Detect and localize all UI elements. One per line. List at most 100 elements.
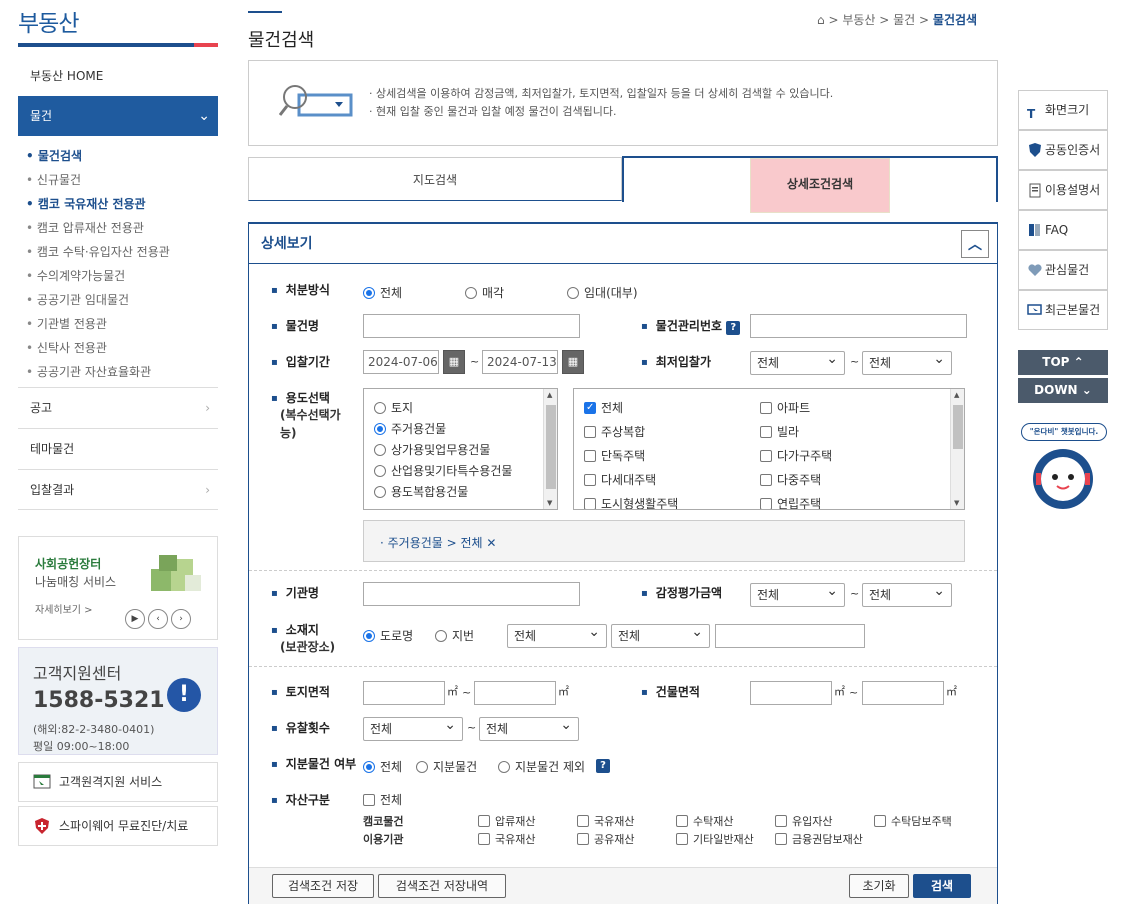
- help-icon[interactable]: ?: [726, 321, 741, 335]
- top-button[interactable]: TOP ⌃: [1018, 350, 1108, 375]
- minbid-from-select[interactable]: 전체: [750, 348, 845, 375]
- home-icon[interactable]: ⌂: [817, 13, 825, 27]
- location-radio-lot[interactable]: 지번: [435, 629, 474, 643]
- agency-input[interactable]: [363, 582, 580, 606]
- usage-radio[interactable]: 상가용및업무용건물: [374, 443, 490, 457]
- play-icon[interactable]: ▶: [125, 609, 145, 629]
- save-conditions-button[interactable]: 검색조건 저장: [272, 874, 374, 898]
- location-input[interactable]: [715, 624, 865, 648]
- down-button[interactable]: DOWN ⌄: [1018, 378, 1108, 403]
- usage-checkbox[interactable]: 아파트: [760, 401, 810, 415]
- spyware-button[interactable]: 스파이웨어 무료진단/치료: [18, 806, 218, 846]
- period-from-input[interactable]: 2024-07-06: [363, 350, 439, 374]
- usage-checkbox[interactable]: 전체: [584, 401, 623, 415]
- usage-checkbox[interactable]: 도시형생활주택: [584, 497, 678, 509]
- prev-icon[interactable]: ‹: [148, 609, 168, 629]
- share-radio-share[interactable]: 지분물건: [416, 760, 477, 774]
- asset-checkbox-all[interactable]: 전체: [363, 793, 402, 807]
- rail-faq[interactable]: FAQ: [1018, 210, 1108, 250]
- asset-checkbox[interactable]: 기타일반재산: [676, 833, 754, 847]
- tab-map-search[interactable]: 지도검색: [248, 157, 622, 201]
- calendar-icon[interactable]: ▦: [443, 350, 465, 374]
- scrollbar[interactable]: ▲ ▼: [950, 389, 964, 509]
- item-name-input[interactable]: [363, 314, 580, 338]
- usage-checkbox[interactable]: 연립주택: [760, 497, 821, 509]
- submenu-item[interactable]: 기관별 전용관: [26, 314, 216, 338]
- rail-manual[interactable]: 이용설명서: [1018, 170, 1108, 210]
- submenu-item[interactable]: 캠코 수탁·유입자산 전용관: [26, 242, 216, 266]
- asset-checkbox[interactable]: 유입자산: [775, 815, 832, 829]
- sidebar-item-theme[interactable]: 테마물건: [18, 428, 218, 469]
- appraisal-from-select[interactable]: 전체: [750, 580, 845, 607]
- search-button[interactable]: 검색: [913, 874, 971, 898]
- collapse-button[interactable]: ︿: [961, 230, 989, 258]
- sidebar-item-notice[interactable]: 공고 ›: [18, 387, 218, 428]
- submenu-item[interactable]: 신탁사 전용관: [26, 338, 216, 362]
- submenu-item[interactable]: 캠코 국유재산 전용관: [26, 194, 216, 218]
- chatbot-button[interactable]: "온다비" 챗봇입니다.: [1019, 423, 1109, 513]
- usage-checkbox[interactable]: 빌라: [760, 425, 799, 439]
- fail-count-to-select[interactable]: 전체: [479, 714, 579, 741]
- scrollbar[interactable]: ▲ ▼: [543, 389, 557, 509]
- sidebar-item-home[interactable]: 부동산 HOME: [18, 56, 218, 96]
- submenu-item[interactable]: 신규물건: [26, 170, 216, 194]
- usage-radio[interactable]: 산업용및기타특수용건물: [374, 464, 512, 478]
- usage-radio[interactable]: 토지: [374, 401, 413, 415]
- building-area-to-input[interactable]: [862, 681, 944, 705]
- asset-checkbox[interactable]: 수탁담보주택: [874, 815, 952, 829]
- breadcrumb-item[interactable]: 부동산: [842, 13, 875, 27]
- usage-checkbox[interactable]: 다중주택: [760, 473, 821, 487]
- land-area-from-input[interactable]: [363, 681, 445, 705]
- rail-favorites[interactable]: 관심물건: [1018, 250, 1108, 290]
- disposal-radio-lease[interactable]: 임대(대부): [567, 286, 638, 300]
- breadcrumb-item[interactable]: 물건: [893, 13, 915, 27]
- usage-checkbox[interactable]: 단독주택: [584, 449, 645, 463]
- usage-radio[interactable]: 용도복합용건물: [374, 485, 468, 499]
- usage-checkbox[interactable]: 주상복합: [584, 425, 645, 439]
- disposal-radio-sale[interactable]: 매각: [465, 286, 504, 300]
- tab-detail-search[interactable]: 상세조건검색: [622, 156, 998, 213]
- usage-checkbox[interactable]: 다세대주택: [584, 473, 656, 487]
- sidebar-item-results[interactable]: 입찰결과 ›: [18, 469, 218, 510]
- next-icon[interactable]: ›: [171, 609, 191, 629]
- promo-banner[interactable]: 사회공헌장터 나눔매칭 서비스 자세히보기 > ▶ ‹ ›: [18, 536, 218, 640]
- location-radio-road[interactable]: 도로명: [363, 629, 413, 643]
- share-radio-all[interactable]: 전체: [363, 760, 402, 774]
- asset-checkbox[interactable]: 수탁재산: [676, 815, 733, 829]
- usage-radio[interactable]: 주거용건물: [374, 422, 446, 436]
- close-icon[interactable]: ✕: [486, 536, 496, 550]
- asset-checkbox[interactable]: 압류재산: [478, 815, 535, 829]
- asset-checkbox[interactable]: 공유재산: [577, 833, 634, 847]
- submenu-item[interactable]: 공공기관 임대물건: [26, 290, 216, 314]
- submenu-item[interactable]: 수의계약가능물건: [26, 266, 216, 290]
- mgmt-no-input[interactable]: [750, 314, 967, 338]
- usage-category-list[interactable]: 토지 주거용건물 상가용및업무용건물 산업용및기타특수용건물 용도복합용건물 ▲…: [363, 388, 558, 510]
- remote-support-button[interactable]: 고객원격지원 서비스: [18, 762, 218, 802]
- brand-title[interactable]: 부동산: [18, 4, 79, 38]
- submenu-item[interactable]: 공공기관 자산효율화관: [26, 362, 216, 386]
- asset-checkbox[interactable]: 금융권담보재산: [775, 833, 863, 847]
- asset-checkbox[interactable]: 국유재산: [577, 815, 634, 829]
- promo-more-link[interactable]: 자세히보기 >: [35, 601, 93, 616]
- rail-font-size[interactable]: T 화면크기: [1018, 90, 1108, 130]
- usage-detail-list[interactable]: 전체 주상복합 단독주택 다세대주택 도시형생활주택 아파트 빌라 다가구주택 …: [573, 388, 965, 510]
- fail-count-from-select[interactable]: 전체: [363, 714, 463, 741]
- help-icon[interactable]: ?: [596, 759, 610, 773]
- share-radio-exclude[interactable]: 지분물건 제외: [498, 760, 585, 774]
- submenu-item[interactable]: 캠코 압류재산 전용관: [26, 218, 216, 242]
- minbid-to-select[interactable]: 전체: [862, 348, 952, 375]
- sidebar-item-property[interactable]: 물건 ⌄: [18, 96, 218, 136]
- location-sigungu-select[interactable]: 전체: [611, 621, 710, 648]
- usage-checkbox[interactable]: 다가구주택: [760, 449, 832, 463]
- reset-button[interactable]: 초기화: [849, 874, 909, 898]
- period-to-input[interactable]: 2024-07-13: [482, 350, 558, 374]
- saved-conditions-button[interactable]: 검색조건 저장내역: [378, 874, 506, 898]
- calendar-icon[interactable]: ▦: [562, 350, 584, 374]
- appraisal-to-select[interactable]: 전체: [862, 580, 952, 607]
- submenu-item[interactable]: 물건검색: [26, 146, 216, 170]
- location-sido-select[interactable]: 전체: [507, 621, 607, 648]
- asset-checkbox[interactable]: 국유재산: [478, 833, 535, 847]
- building-area-from-input[interactable]: [750, 681, 832, 705]
- rail-certificate[interactable]: 공동인증서: [1018, 130, 1108, 170]
- rail-recent[interactable]: 최근본물건: [1018, 290, 1108, 330]
